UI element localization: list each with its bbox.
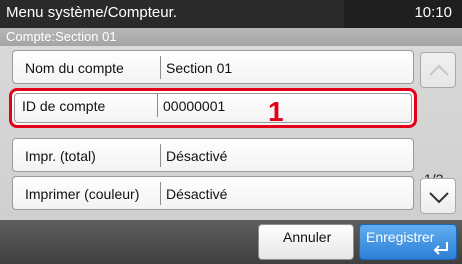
settings-list: Nom du compte Section 01 ID de compte 00… (0, 46, 462, 220)
sub-header-title: Compte:Section 01 (6, 29, 117, 44)
row-divider (160, 144, 161, 167)
enter-return-icon (433, 242, 448, 255)
bottom-bar: Annuler Enregistrer (0, 220, 462, 264)
row-id-de-compte[interactable]: ID de compte 00000001 (9, 88, 417, 128)
row-value: Désactivé (166, 148, 228, 164)
save-button[interactable]: Enregistrer (359, 224, 457, 260)
callout-number: 1 (268, 96, 284, 127)
row-value: 00000001 (163, 98, 226, 114)
row-nom-du-compte[interactable]: Nom du compte Section 01 (12, 50, 414, 84)
chevron-down-icon (429, 192, 449, 204)
cancel-button[interactable]: Annuler (258, 224, 354, 260)
row-label: Impr. (total) (25, 148, 96, 164)
cancel-button-label: Annuler (283, 229, 332, 245)
clock: 10:10 (414, 4, 452, 21)
row-label: Imprimer (couleur) (25, 186, 140, 202)
row-imprimer-couleur[interactable]: Imprimer (couleur) Désactivé (12, 176, 414, 210)
screen: Menu système/Compteur. 10:10 Compte:Sect… (0, 0, 462, 264)
row-divider (157, 94, 158, 117)
row-value: Section 01 (166, 60, 233, 76)
chevron-up-icon (429, 64, 449, 76)
sub-header: Compte:Section 01 (0, 28, 462, 46)
row-impr-total[interactable]: Impr. (total) Désactivé (12, 138, 414, 172)
title-bar: Menu système/Compteur. 10:10 (0, 0, 462, 28)
scroll-down-button[interactable] (420, 178, 456, 214)
row-value: Désactivé (166, 186, 228, 202)
row-label: Nom du compte (25, 60, 124, 76)
scroll-up-button[interactable] (420, 52, 456, 88)
row-divider (160, 182, 161, 205)
page-title: Menu système/Compteur. (6, 4, 177, 21)
row-label: ID de compte (22, 98, 106, 114)
save-button-label: Enregistrer (366, 229, 435, 245)
row-divider (160, 56, 161, 79)
